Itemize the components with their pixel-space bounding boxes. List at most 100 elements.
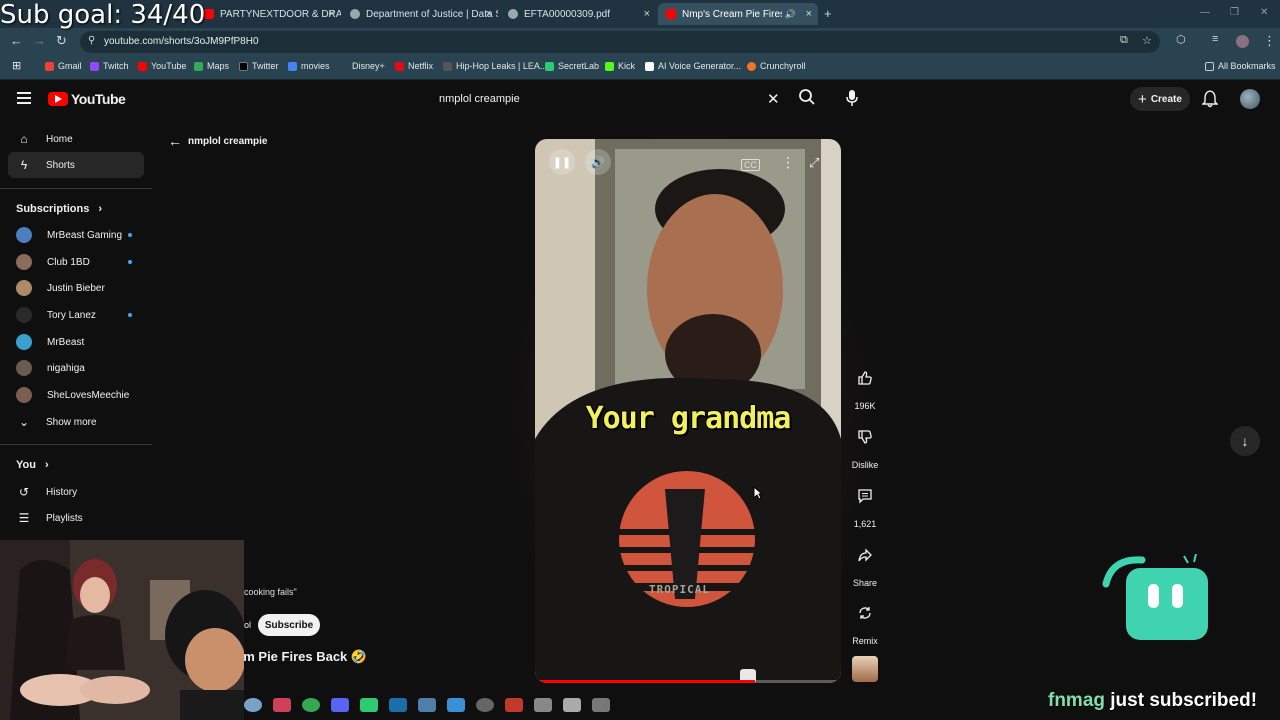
notepad-app-icon[interactable] <box>447 698 465 712</box>
sub-goal-overlay: Sub goal: 34/40 <box>0 0 206 30</box>
app-icon[interactable] <box>360 698 378 712</box>
bookmark-crunchyroll[interactable]: Crunchyroll <box>747 61 806 71</box>
fullscreen-icon[interactable]: ⤢ <box>809 155 819 171</box>
sidebar-show-more[interactable]: ⌄ Show more <box>8 409 144 435</box>
bookmark-twitter[interactable]: Twitter <box>239 61 279 71</box>
create-button[interactable]: + Create <box>1130 87 1190 111</box>
video-progress-bar[interactable] <box>535 680 841 683</box>
sidebar-item-home[interactable]: ⌂ Home <box>8 126 144 152</box>
microphone-icon[interactable] <box>845 89 859 107</box>
bookmark-ai-voice[interactable]: AI Voice Generator... <box>645 61 741 71</box>
pause-button[interactable]: ❚❚ <box>549 149 575 175</box>
sidebar-sub-nigahiga[interactable]: nigahiga <box>8 355 144 381</box>
browser-tab-partynextdoor[interactable]: PARTYNEXTDOOR & DRAKE - I × <box>196 3 341 25</box>
bookmark-star-icon[interactable]: ☆ <box>1142 34 1152 47</box>
hamburger-menu-icon[interactable] <box>17 92 31 104</box>
site-info-icon[interactable]: ⚲ <box>88 35 95 46</box>
browser-menu-icon[interactable]: ⋮ <box>1263 33 1276 49</box>
url-box[interactable]: ⚲ youtube.com/shorts/3oJM9PfP8H0 ⧉ ☆ <box>80 31 1160 53</box>
explorer-app-icon[interactable] <box>418 698 436 712</box>
sidebar-sub-shelovesmeechie[interactable]: SheLovesMeechie <box>8 382 144 408</box>
close-tab-icon[interactable]: × <box>644 8 650 20</box>
close-tab-icon[interactable]: × <box>486 8 492 20</box>
short-title-fragment[interactable]: am Pie Fires Back 🤣 <box>236 649 367 665</box>
steam-app-icon[interactable] <box>389 698 407 712</box>
account-avatar[interactable] <box>1240 89 1260 109</box>
close-tab-icon[interactable]: × <box>806 8 812 20</box>
youtube-logo[interactable]: YouTube <box>48 91 126 107</box>
close-tab-icon[interactable]: × <box>329 8 335 20</box>
bookmark-movies[interactable]: movies <box>288 61 330 71</box>
bookmark-secretlab[interactable]: SecretLab <box>545 61 599 71</box>
notifications-bell-icon[interactable] <box>1202 90 1218 108</box>
browser-tab-active-short[interactable]: Nmp's Cream Pie Fires Back 🔊 × <box>658 3 818 25</box>
you-heading[interactable]: You › <box>16 459 49 471</box>
extensions-icon[interactable]: ⬡ <box>1176 33 1186 46</box>
sidebar-sub-club-1bd[interactable]: Club 1BD <box>8 249 144 275</box>
bookmark-twitch[interactable]: Twitch <box>90 61 129 71</box>
reload-icon[interactable]: ↻ <box>56 33 67 49</box>
sidebar-sub-tory-lanez[interactable]: Tory Lanez <box>8 302 144 328</box>
sidebar-sub-mrbeast-gaming[interactable]: MrBeast Gaming <box>8 222 144 248</box>
back-to-search[interactable]: ← nmplol creampie <box>168 133 267 149</box>
browser-tab-pdf[interactable]: EFTA00000309.pdf × <box>500 3 656 25</box>
address-bar-row: ← → ↻ ⚲ youtube.com/shorts/3oJM9PfP8H0 ⧉… <box>0 28 1280 56</box>
all-bookmarks[interactable]: All Bookmarks <box>1205 61 1276 71</box>
more-options-icon[interactable]: ⋮ <box>781 154 795 171</box>
sidebar-divider <box>0 188 152 189</box>
sidebar-item-playlists[interactable]: ☰ Playlists <box>8 505 144 531</box>
bookmark-hiphop-leaks[interactable]: Hip-Hop Leaks | LEA... <box>443 61 547 71</box>
comments-button[interactable]: 1,621 <box>845 479 885 529</box>
remix-button[interactable]: Remix <box>845 596 885 646</box>
speaker-icon[interactable]: 🔊 <box>785 9 796 20</box>
volume-button[interactable]: 🔊 <box>585 149 611 175</box>
obs-app-icon[interactable] <box>476 698 494 712</box>
profile-avatar[interactable] <box>1236 35 1249 48</box>
media-controls-icon[interactable]: ≡ <box>1212 33 1218 45</box>
forward-arrow-icon[interactable]: → <box>33 33 46 48</box>
bookmark-youtube[interactable]: YouTube <box>138 61 186 71</box>
app-icon[interactable] <box>563 698 581 712</box>
app-icon[interactable] <box>534 698 552 712</box>
clear-search-icon[interactable]: ✕ <box>767 90 780 108</box>
maximize-icon[interactable]: ❐ <box>1230 7 1239 18</box>
apps-grid-icon[interactable]: ⊞ <box>12 59 21 72</box>
url-text[interactable]: youtube.com/shorts/3oJM9PfP8H0 <box>104 36 259 47</box>
next-short-button[interactable]: ↓ <box>1230 426 1260 456</box>
app-icon[interactable] <box>505 698 523 712</box>
search-input[interactable]: nmplol creampie ✕ <box>429 88 789 112</box>
dislike-button[interactable]: Dislike <box>845 420 885 470</box>
app-icon[interactable] <box>592 698 610 712</box>
subscribe-button[interactable]: Subscribe <box>258 614 320 636</box>
bookmark-kick[interactable]: Kick <box>605 61 635 71</box>
thumbs-down-icon <box>848 420 882 454</box>
settings-app-icon[interactable] <box>244 698 262 712</box>
like-button[interactable]: 196K <box>845 361 885 411</box>
app-icon[interactable] <box>273 698 291 712</box>
sidebar-item-shorts[interactable]: ϟ Shorts <box>8 152 144 178</box>
browser-tab-doj[interactable]: Department of Justice | Data Se × <box>342 3 498 25</box>
search-icon[interactable] <box>798 88 816 106</box>
install-app-icon[interactable]: ⧉ <box>1120 34 1128 47</box>
bookmark-disney[interactable]: Disney+ <box>352 61 385 71</box>
closed-captions-icon[interactable]: CC <box>741 159 760 171</box>
discord-app-icon[interactable] <box>331 698 349 712</box>
sidebar-sub-mrbeast[interactable]: MrBeast <box>8 329 144 355</box>
bookmark-maps[interactable]: Maps <box>194 61 229 71</box>
close-window-icon[interactable]: ✕ <box>1260 7 1268 18</box>
channel-avatar <box>16 227 32 243</box>
back-arrow-icon[interactable]: ← <box>10 33 23 48</box>
sidebar-item-history[interactable]: ↺ History <box>8 479 144 505</box>
short-video-player[interactable]: ❚❚ 🔊 CC ⋮ ⤢ TROPICAL Your grandma <box>535 139 841 683</box>
bookmark-gmail[interactable]: Gmail <box>45 61 82 71</box>
channel-name-fragment[interactable]: ol <box>244 620 251 630</box>
new-tab-plus-icon[interactable]: + <box>824 6 832 21</box>
share-button[interactable]: Share <box>845 538 885 588</box>
sound-source-thumbnail[interactable] <box>852 656 878 682</box>
bookmark-netflix[interactable]: Netflix <box>395 61 433 71</box>
search-input-value[interactable]: nmplol creampie <box>439 93 520 105</box>
minimize-icon[interactable]: — <box>1200 7 1210 18</box>
sidebar-sub-justin-bieber[interactable]: Justin Bieber <box>8 275 144 301</box>
subscriptions-heading[interactable]: Subscriptions › <box>16 203 102 215</box>
chrome-app-icon[interactable] <box>302 698 320 712</box>
